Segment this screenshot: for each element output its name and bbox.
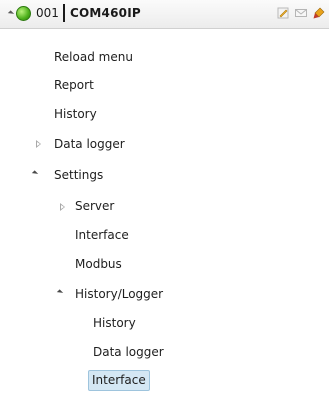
tree-item-label: Interface [75, 228, 129, 242]
tree-item-label: Report [54, 78, 94, 92]
tree-item-label: History [54, 107, 97, 121]
brush-icon[interactable] [313, 7, 325, 19]
tree-item-interface[interactable]: Interface [72, 225, 132, 245]
tree-item-label: History [93, 316, 136, 330]
separator [63, 4, 65, 22]
expand-arrow-icon[interactable] [60, 203, 65, 211]
mail-icon[interactable] [295, 7, 307, 19]
collapse-arrow-icon[interactable] [7, 10, 15, 17]
collapse-arrow-icon[interactable] [56, 289, 64, 296]
tree-item-label: Data logger [93, 345, 164, 359]
expand-arrow-icon[interactable] [36, 140, 41, 148]
tree-item-reload-menu[interactable]: Reload menu [51, 47, 136, 67]
tree-item-report[interactable]: Report [51, 75, 97, 95]
tree-item-history-logger[interactable]: History/Logger [72, 284, 166, 304]
tree-item-interface-selected[interactable]: Interface [88, 370, 150, 391]
tree-item-data-logger[interactable]: Data logger [51, 134, 128, 154]
device-node-header[interactable]: 001 COM460IP [0, 0, 329, 29]
device-name: COM460IP [70, 6, 141, 20]
status-online-icon [16, 6, 31, 21]
collapse-arrow-icon[interactable] [31, 170, 39, 177]
tree-item-label: Settings [54, 168, 104, 182]
tree-item-label: Interface [88, 370, 150, 391]
tree-item-data-logger-sub[interactable]: Data logger [90, 342, 167, 362]
tree-item-label: History/Logger [75, 287, 164, 301]
edit-icon[interactable] [277, 7, 289, 19]
tree-item-history-sub[interactable]: History [90, 313, 139, 333]
tree-item-history[interactable]: History [51, 104, 100, 124]
device-id: 001 [36, 6, 59, 20]
tree-item-label: Data logger [54, 137, 125, 151]
tree-item-label: Server [75, 199, 115, 213]
tree-panel: 001 COM460IP Reload menu Report History … [0, 0, 329, 396]
tree-item-label: Modbus [75, 257, 122, 271]
tree-item-settings[interactable]: Settings [51, 165, 106, 185]
tree-item-modbus[interactable]: Modbus [72, 254, 125, 274]
tree-item-server[interactable]: Server [72, 196, 117, 216]
tree-item-label: Reload menu [54, 50, 133, 64]
